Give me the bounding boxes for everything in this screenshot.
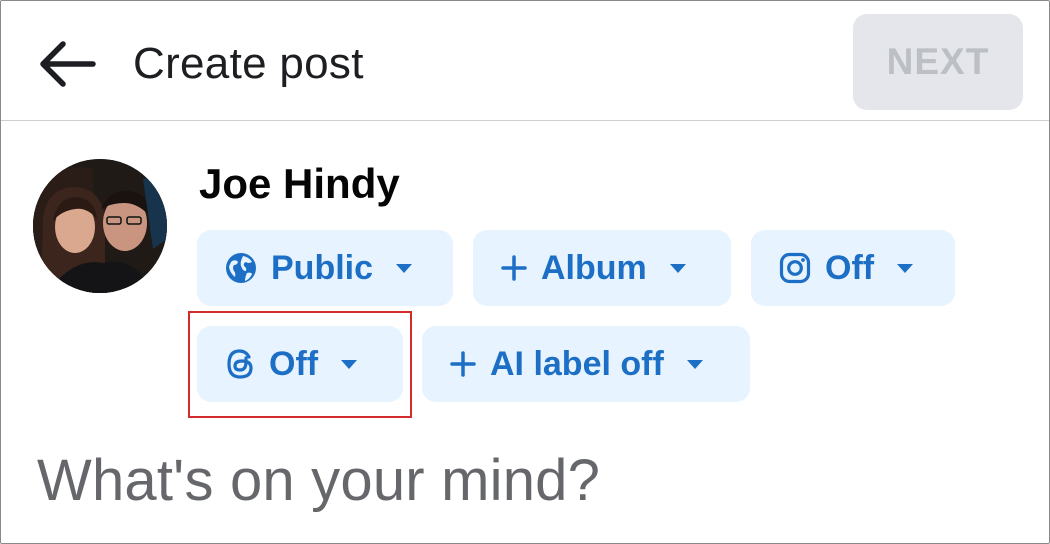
instagram-icon	[779, 252, 811, 284]
audience-public-chip[interactable]: Public	[197, 230, 453, 306]
next-button[interactable]: NEXT	[853, 14, 1023, 110]
post-composer-input[interactable]: What's on your mind?	[37, 447, 600, 514]
page-title: Create post	[133, 39, 364, 88]
threads-icon	[225, 348, 255, 380]
avatar[interactable]	[33, 159, 167, 293]
instagram-share-chip[interactable]: Off	[751, 230, 955, 306]
ai-label-chip[interactable]: AI label off	[422, 326, 750, 402]
caret-down-icon	[896, 263, 914, 274]
top-bar: Create post NEXT	[1, 1, 1049, 121]
album-chip[interactable]: Album	[473, 230, 731, 306]
chip-label: Off	[269, 344, 319, 383]
chip-label: AI label off	[490, 344, 664, 383]
caret-down-icon	[340, 359, 358, 370]
create-post-screen: Create post NEXT Joe Hindy Public Album …	[0, 0, 1050, 544]
threads-share-chip[interactable]: Off	[197, 326, 403, 402]
arrow-left-icon	[40, 41, 96, 87]
caret-down-icon	[686, 359, 704, 370]
plus-icon	[450, 351, 476, 377]
profile-photo	[33, 159, 167, 293]
chip-label: Off	[825, 248, 875, 287]
chip-label: Album	[541, 248, 647, 287]
caret-down-icon	[395, 263, 413, 274]
chip-label: Public	[271, 248, 374, 287]
user-name: Joe Hindy	[199, 160, 400, 207]
caret-down-icon	[669, 263, 687, 274]
plus-icon	[501, 255, 527, 281]
back-button[interactable]	[29, 31, 101, 97]
globe-icon	[225, 252, 257, 284]
